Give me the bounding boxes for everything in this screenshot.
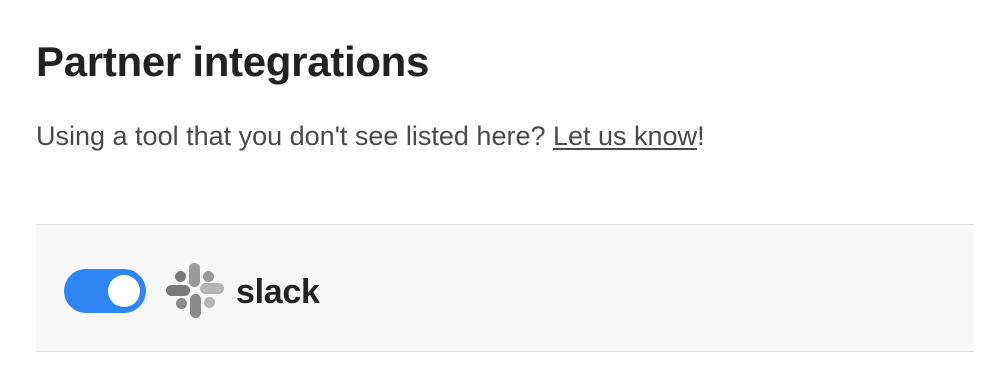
intro-text: Using a tool that you don't see listed h… bbox=[36, 121, 705, 152]
slack-enabled-toggle[interactable] bbox=[64, 269, 146, 313]
toggle-knob bbox=[108, 275, 140, 307]
slack-icon bbox=[166, 263, 224, 318]
integration-list: slack bbox=[36, 224, 974, 352]
intro-text-after: ! bbox=[697, 121, 705, 151]
let-us-know-link[interactable]: Let us know bbox=[553, 121, 697, 151]
integration-name: slack bbox=[236, 273, 320, 311]
intro-text-before: Using a tool that you don't see listed h… bbox=[36, 121, 553, 151]
integration-row-slack: slack bbox=[36, 224, 974, 352]
page-title: Partner integrations bbox=[36, 38, 430, 85]
